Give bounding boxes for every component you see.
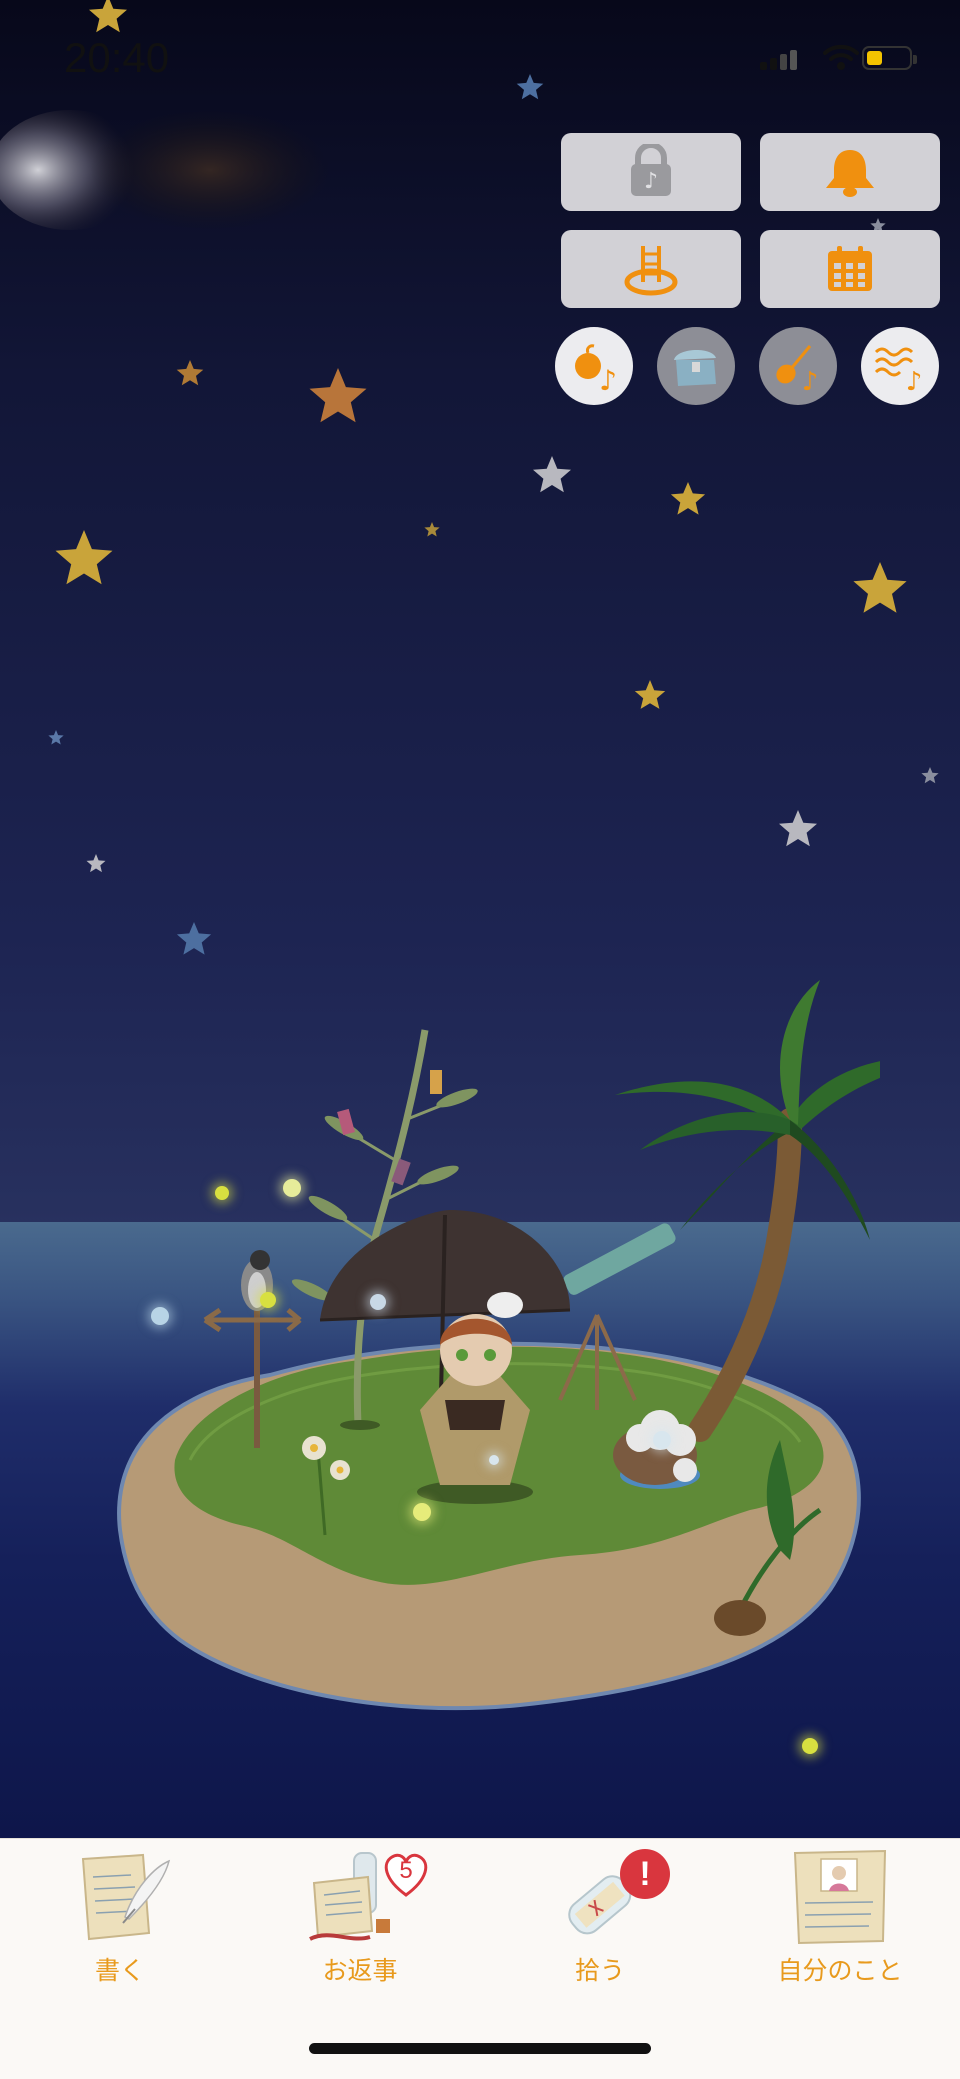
firefly [151, 1307, 169, 1325]
profile-letter-icon [793, 1849, 887, 1945]
star [516, 74, 544, 100]
firefly [370, 1294, 386, 1310]
waves-music-icon: ♪ [874, 347, 923, 396]
night-sky-scene [0, 0, 960, 2078]
pickup-alert-badge: ! [620, 1849, 670, 1899]
star [48, 730, 64, 745]
treasure-chest-icon [674, 349, 716, 386]
star [176, 360, 204, 386]
tab-pickup[interactable]: ! 拾う [480, 1839, 720, 1999]
star [670, 482, 706, 515]
notification-bell-button[interactable] [760, 133, 940, 211]
wifi-icon [823, 44, 859, 70]
star [853, 562, 907, 613]
star [89, 0, 127, 33]
home-indicator [309, 2043, 651, 2054]
svg-text:♪: ♪ [644, 169, 658, 194]
star [634, 680, 666, 709]
pickup-alert-mark: ! [639, 1854, 651, 1893]
tab-reply[interactable]: 5 お返事 [240, 1839, 480, 1999]
bell-icon [826, 150, 874, 197]
guitar-music-icon: ♪ [776, 345, 819, 396]
firefly [260, 1292, 276, 1308]
fruit-sound-toggle[interactable]: ♪ [555, 327, 633, 405]
firefly [215, 1186, 229, 1200]
status-time: 20:40 [64, 34, 170, 81]
write-letter-icon [81, 1853, 171, 1941]
svg-text:♪: ♪ [906, 367, 923, 396]
guitar-sound-toggle[interactable]: ♪ [759, 327, 837, 405]
firefly [802, 1738, 818, 1754]
star [309, 368, 367, 423]
tab-write[interactable]: 書く [0, 1839, 240, 1999]
tab-pickup-label: 拾う [574, 1956, 625, 1985]
calendar-icon [828, 246, 872, 291]
firefly [283, 1179, 301, 1197]
locked-music-button[interactable]: ♪ [561, 133, 741, 211]
tab-reply-label: お返事 [322, 1956, 398, 1985]
reply-count: 5 [399, 1857, 413, 1884]
waves-sound-toggle[interactable]: ♪ [861, 327, 939, 405]
status-icons [760, 38, 920, 78]
svg-text:♪: ♪ [599, 364, 617, 396]
reply-count-badge: 5 [380, 1849, 432, 1899]
star [176, 922, 212, 955]
battery-level [867, 51, 882, 65]
island-ladder-button[interactable] [561, 230, 741, 308]
firefly [413, 1503, 431, 1521]
battery-icon [862, 46, 917, 70]
island [117, 980, 880, 1711]
star [55, 530, 113, 585]
firefly [653, 1431, 671, 1449]
star [86, 854, 106, 873]
tab-profile[interactable]: 自分のこと [720, 1839, 960, 1999]
tab-profile-label: 自分のこと [777, 1956, 903, 1985]
svg-text:♪: ♪ [802, 367, 819, 396]
fruit-music-icon: ♪ [575, 344, 617, 396]
locked-music-icon: ♪ [631, 144, 671, 196]
treasure-sound-toggle[interactable] [657, 327, 735, 405]
ladder-icon [624, 246, 678, 296]
star [779, 810, 817, 847]
star [921, 767, 939, 784]
star [424, 522, 440, 537]
calendar-button[interactable] [760, 230, 940, 308]
firefly [489, 1455, 499, 1465]
star [533, 456, 571, 493]
tab-write-label: 書く [94, 1956, 145, 1985]
